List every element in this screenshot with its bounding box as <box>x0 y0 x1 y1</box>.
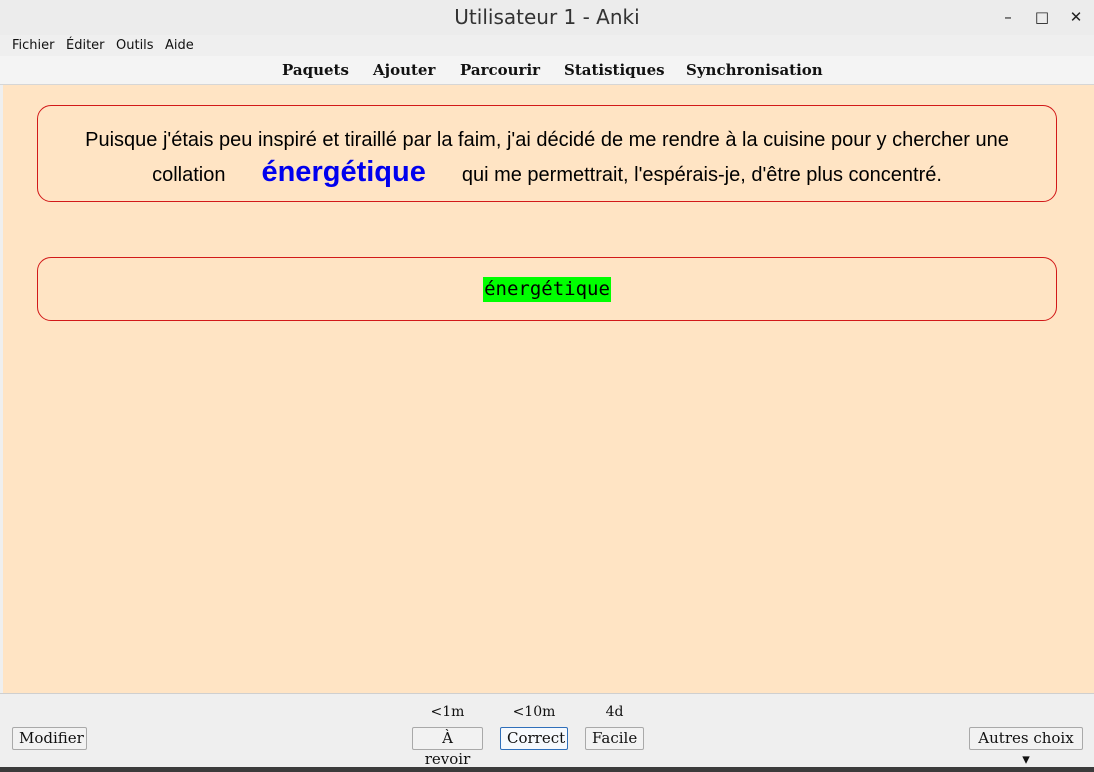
edit-button[interactable]: Modifier <box>12 727 87 750</box>
more-button[interactable]: Autres choix ▾ <box>969 727 1083 768</box>
close-icon[interactable]: ✕ <box>1065 6 1087 28</box>
answer-bar: Modifier <1m <10m 4d À revoir Correct Fa… <box>0 693 1094 768</box>
toolbar-sync[interactable]: Synchronisation <box>686 61 823 79</box>
card-question: Puisque j'étais peu inspiré et tiraillé … <box>37 105 1057 202</box>
interval-easy: 4d <box>605 704 624 720</box>
review-area: Puisque j'étais peu inspiré et tiraillé … <box>3 85 1094 693</box>
menu-outils[interactable]: Outils <box>116 38 154 53</box>
window-title: Utilisateur 1 - Anki <box>454 5 640 29</box>
interval-again: <1m <box>430 704 465 720</box>
toolbar-add[interactable]: Ajouter <box>373 61 435 79</box>
again-button[interactable]: À revoir <box>412 727 483 768</box>
window-bottom-edge <box>0 767 1094 772</box>
main-toolbar: Paquets Ajouter Parcourir Statistiques S… <box>0 56 1094 85</box>
menu-editer[interactable]: Éditer <box>66 38 105 53</box>
title-bar: Utilisateur 1 - Anki – □ ✕ <box>0 0 1094 36</box>
interval-good: <10m <box>512 704 556 720</box>
toolbar-browse[interactable]: Parcourir <box>460 61 540 79</box>
menu-bar: Fichier Éditer Outils Aide <box>0 35 1094 56</box>
menu-aide[interactable]: Aide <box>165 38 194 53</box>
typed-answer: énergétique <box>483 277 611 302</box>
sentence-after: qui me permettrait, l'espérais-je, d'êtr… <box>461 164 942 186</box>
menu-fichier[interactable]: Fichier <box>12 38 55 53</box>
minimize-icon[interactable]: – <box>997 6 1019 28</box>
anki-window: Utilisateur 1 - Anki – □ ✕ Fichier Édite… <box>0 0 1094 772</box>
easy-button[interactable]: Facile <box>585 727 644 750</box>
card-answer: énergétique <box>37 257 1057 321</box>
toolbar-decks[interactable]: Paquets <box>282 61 349 79</box>
toolbar-stats[interactable]: Statistiques <box>564 61 665 79</box>
maximize-icon[interactable]: □ <box>1031 6 1053 28</box>
good-button[interactable]: Correct <box>500 727 568 750</box>
cloze-word: énergétique <box>261 156 426 188</box>
